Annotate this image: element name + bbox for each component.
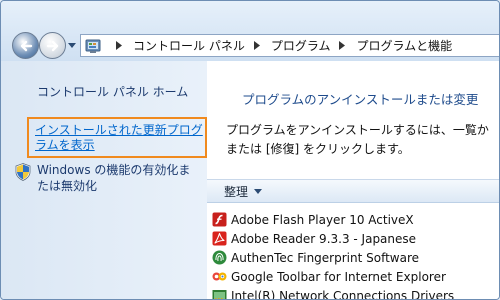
- forward-button[interactable]: [39, 32, 66, 59]
- control-panel-icon: [85, 38, 101, 54]
- address-bar[interactable]: コントロール パネル プログラム プログラムと機能: [80, 34, 499, 57]
- security-shield-icon: [15, 163, 31, 181]
- organize-button[interactable]: 整理: [224, 183, 248, 200]
- breadcrumb-arrow-icon: [251, 41, 263, 50]
- program-name: Adobe Reader 9.3.3 - Japanese: [231, 231, 417, 246]
- control-panel-window: コントロール パネル プログラム プログラムと機能 コントロール パネル ホーム…: [0, 0, 500, 300]
- chevron-down-icon: [68, 43, 76, 48]
- command-bar: 整理: [207, 179, 499, 203]
- program-list: Adobe Flash Player 10 ActiveX Adobe Read…: [212, 210, 499, 300]
- highlight-box: インストールされた更新プログラムを表示: [27, 117, 207, 158]
- flash-icon: [212, 212, 227, 227]
- program-name: AuthenTec Fingerprint Software: [231, 250, 420, 265]
- chevron-down-icon[interactable]: [254, 188, 263, 194]
- back-button[interactable]: [12, 32, 39, 59]
- control-panel-home-link[interactable]: コントロール パネル ホーム: [37, 83, 188, 100]
- instruction-text: プログラムをアンインストールするには、一覧か または [修復] をクリックします…: [226, 121, 499, 159]
- instruction-line-2: または [修復] をクリックします。: [226, 142, 410, 156]
- forward-arrow-icon: [46, 40, 58, 51]
- list-item[interactable]: AuthenTec Fingerprint Software: [212, 248, 499, 267]
- list-item[interactable]: Google Toolbar for Internet Explorer: [212, 267, 499, 286]
- page-heading: プログラムのアンインストールまたは変更: [242, 92, 479, 107]
- view-installed-updates-link[interactable]: インストールされた更新プログラムを表示: [35, 123, 203, 153]
- breadcrumb-programs-and-features[interactable]: プログラムと機能: [356, 37, 452, 54]
- task-sidebar: コントロール パネル ホーム インストールされた更新プログラムを表示 Windo…: [1, 61, 207, 299]
- program-name: Adobe Flash Player 10 ActiveX: [231, 212, 414, 227]
- list-item[interactable]: Adobe Reader 9.3.3 - Japanese: [212, 229, 499, 248]
- google-toolbar-icon: [212, 269, 227, 284]
- instruction-line-1: プログラムをアンインストールするには、一覧か: [226, 123, 489, 137]
- fingerprint-icon: [212, 250, 227, 265]
- list-item[interactable]: Adobe Flash Player 10 ActiveX: [212, 210, 499, 229]
- back-arrow-icon: [20, 40, 32, 51]
- main-content: プログラムのアンインストールまたは変更 プログラムをアンインストールするには、一…: [207, 61, 499, 300]
- list-item[interactable]: Intel(R) Network Connections Drivers: [212, 286, 499, 300]
- windows-features-label: Windows の機能の有効化または無効化: [37, 163, 191, 193]
- recent-pages-dropdown[interactable]: [68, 43, 76, 49]
- program-name: Google Toolbar for Internet Explorer: [231, 269, 446, 284]
- intel-network-icon: [212, 288, 227, 299]
- breadcrumb-programs[interactable]: プログラム: [271, 37, 331, 54]
- adobe-reader-icon: [212, 231, 227, 246]
- navigation-bar: コントロール パネル プログラム プログラムと機能: [1, 1, 499, 61]
- breadcrumb-arrow-icon: [336, 41, 348, 50]
- windows-features-link[interactable]: Windows の機能の有効化または無効化: [15, 162, 205, 194]
- program-name: Intel(R) Network Connections Drivers: [231, 288, 455, 300]
- breadcrumb-control-panel[interactable]: コントロール パネル: [133, 37, 245, 54]
- breadcrumb-arrow-icon: [113, 41, 125, 50]
